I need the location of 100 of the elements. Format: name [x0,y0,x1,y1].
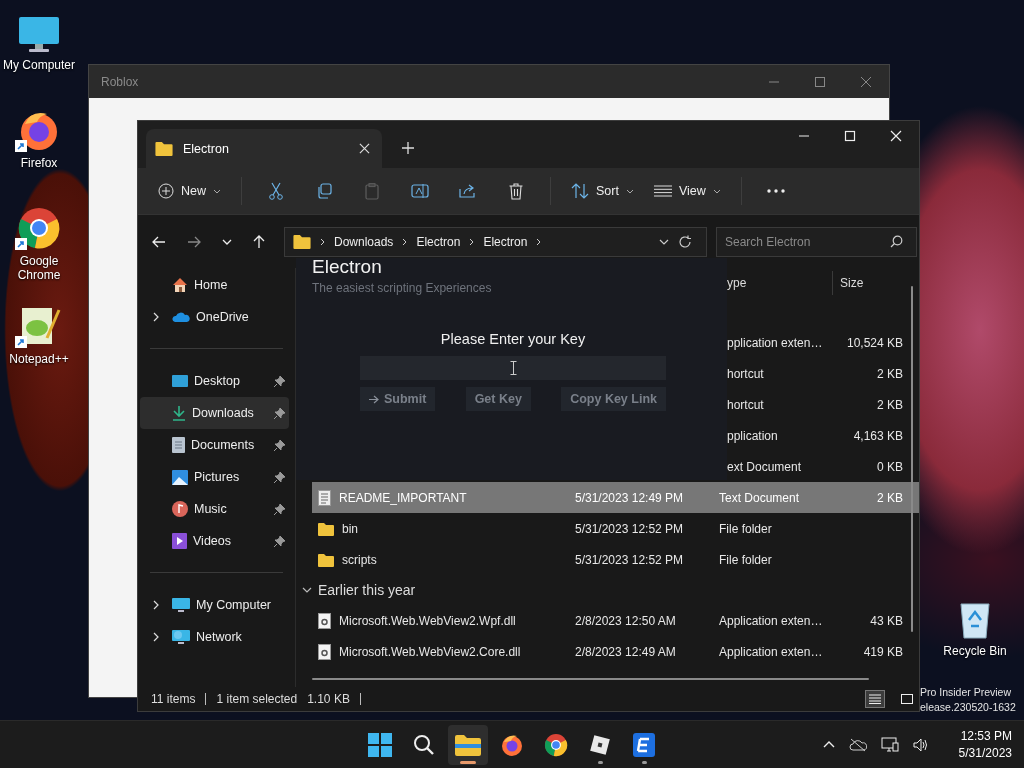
desktop-icon-label[interactable]: Google Chrome [1,254,77,282]
clipboard-icon [365,182,379,200]
breadcrumb-item[interactable]: Electron [483,234,528,249]
sidebar-item[interactable]: Home [140,269,289,301]
arrow-right-icon [369,394,379,404]
type-cell: hortcut [727,397,764,412]
sidebar-item[interactable]: Downloads [140,397,289,429]
chevron-down-icon[interactable] [302,587,312,593]
sidebar-item[interactable]: Videos [140,525,289,557]
desktop-icon-label[interactable]: Recycle Bin [943,644,1007,658]
new-button[interactable]: New [150,177,229,205]
size-cell: 2 KB [877,490,903,505]
sidebar-item[interactable]: Music [140,493,289,525]
pin-icon[interactable] [274,471,285,483]
desktop-icon-label[interactable]: My Computer [3,58,75,72]
desktop-icon-label[interactable]: Firefox [20,156,58,170]
taskbar-app-button[interactable] [448,724,488,765]
chevron-right-icon [536,237,542,246]
key-input-field[interactable] [360,356,666,380]
horizontal-scrollbar[interactable] [312,678,869,680]
group-heading[interactable]: Earlier this year [318,582,416,598]
running-indicator [597,760,603,764]
type-cell: Application exten… [719,613,823,628]
chevron-right-icon[interactable] [153,632,159,642]
file-row[interactable]: Microsoft.Web.WebView2.Core.dll 2/8/2023 12:49 AM Application exten… 419 KB [312,636,919,667]
sidebar-item[interactable]: Network [140,621,289,653]
breadcrumb-item[interactable]: Electron [416,234,461,249]
tab[interactable]: Electron [146,129,382,168]
pin-icon[interactable] [274,535,285,547]
desktop-icon-label[interactable]: Notepad++ [9,352,69,366]
video-icon [172,533,187,549]
sidebar-item[interactable]: My Computer [140,589,289,621]
back-arrow-icon[interactable] [152,235,166,248]
sidebar-item[interactable]: OneDrive [140,301,289,333]
monitor-icon [172,597,190,613]
vertical-scrollbar[interactable] [911,286,913,632]
chevron-right-icon [469,237,475,246]
file-name: Microsoft.Web.WebView2.Core.dll [339,644,521,659]
submit-button[interactable]: Submit [360,387,436,411]
dialog-title: Electron [312,256,383,278]
chrome-icon[interactable] [17,206,61,250]
file-row[interactable]: Microsoft.Web.WebView2.Wpf.dll 2/8/2023 12:50 AM Application exten… 43 KB [312,605,919,636]
up-arrow-icon[interactable] [253,234,265,249]
date-cell: 2/8/2023 12:50 AM [575,613,676,628]
new-tab-icon[interactable] [402,142,414,154]
file-row[interactable]: README_IMPORTANT 5/31/2023 12:49 PM Text Document 2 KB [312,482,919,513]
breadcrumb-item[interactable]: Downloads [334,234,394,249]
chevron-up-icon[interactable] [822,741,835,748]
sidebar-item[interactable]: Pictures [140,461,289,493]
address-bar[interactable]: Downloads Electron Electron [284,226,707,257]
item-count: 11 items [151,692,196,706]
type-cell: hortcut [727,366,764,381]
chevron-right-icon[interactable] [153,600,159,610]
letter-e-logo-icon [633,732,655,757]
network-icon[interactable] [880,736,899,753]
folder-icon [318,521,334,536]
search-icon [890,234,903,248]
file-name: bin [342,521,358,536]
search-field[interactable]: Search Electron [716,226,917,257]
size-cell: 10,524 KB [846,335,903,350]
pin-icon[interactable] [274,407,285,419]
clock-date[interactable]: 5/31/2023 [958,744,1012,762]
date-cell: 5/31/2023 12:49 PM [575,490,684,505]
sidebar-item[interactable]: Documents [140,429,289,461]
size-cell: 4,163 KB [853,428,903,443]
refresh-icon[interactable] [678,234,692,249]
forward-arrow-icon[interactable] [187,235,201,248]
dialog-button[interactable]: Get Key [465,387,531,411]
file-row[interactable]: scripts 5/31/2023 12:52 PM File folder [312,544,919,575]
pin-icon[interactable] [274,439,285,451]
sort-button[interactable]: Sort [563,177,642,205]
sidebar-item[interactable]: Desktop [140,365,289,397]
download-icon [172,405,186,421]
clock-time[interactable]: 12:53 PM [960,727,1012,745]
monitor-icon[interactable] [17,14,61,54]
text-cursor-icon [509,361,517,375]
cloud-off-icon[interactable] [848,737,867,752]
share-icon [459,183,477,199]
running-indicator [641,760,647,764]
tiles-view-icon [901,694,913,704]
type-cell: File folder [719,521,772,536]
pin-icon[interactable] [274,375,285,387]
rename-icon [411,183,429,199]
file-row[interactable]: bin 5/31/2023 12:52 PM File folder [312,513,919,544]
speaker-icon[interactable] [912,737,929,752]
chevron-down-icon[interactable] [659,238,669,245]
date-cell: 5/31/2023 12:52 PM [575,521,684,536]
scissors-icon [268,182,284,200]
details-view-button[interactable] [865,690,885,708]
column-header[interactable]: Size [832,271,905,295]
folder-icon [318,552,334,567]
pin-icon[interactable] [274,503,285,515]
view-button[interactable]: View [645,178,729,204]
network-icon [172,629,190,645]
key-prompt: Please Enter your Key [440,331,586,347]
sort-arrows-icon [571,183,589,199]
chevron-right-icon[interactable] [153,312,159,322]
dialog-button[interactable]: Copy Key Link [561,387,666,411]
details-view-icon [869,694,881,704]
folder-icon [155,141,173,156]
